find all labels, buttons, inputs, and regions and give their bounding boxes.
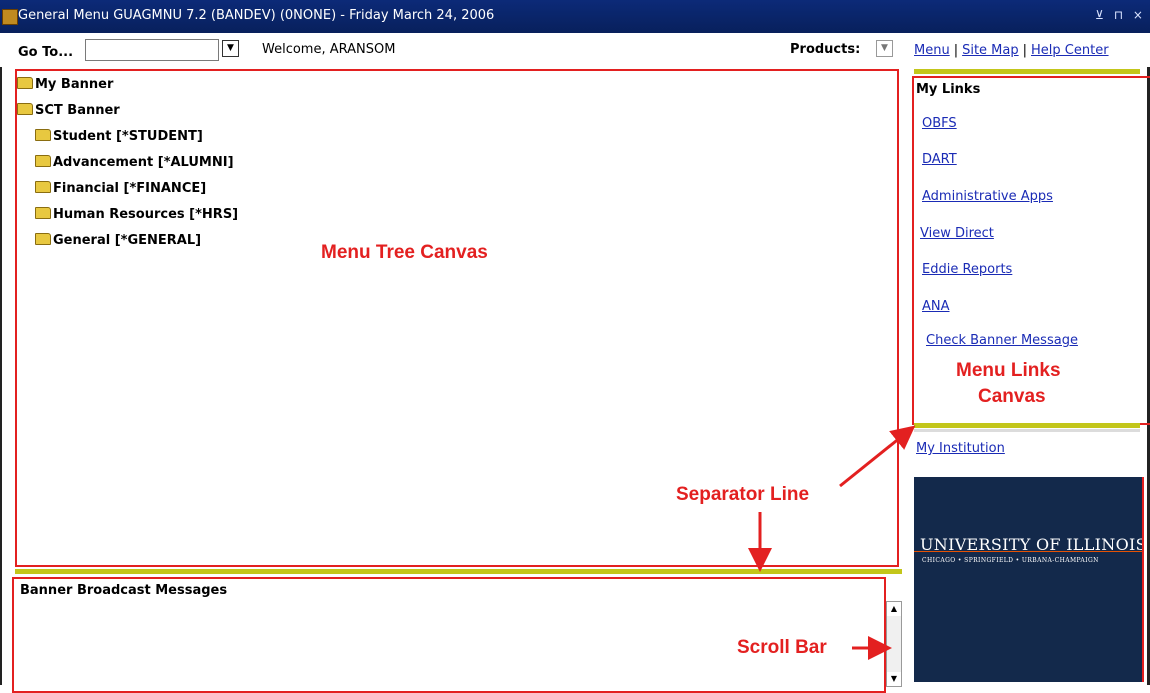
arrow-to-links-canvas [839, 425, 916, 488]
annotation-arrows [748, 425, 916, 660]
